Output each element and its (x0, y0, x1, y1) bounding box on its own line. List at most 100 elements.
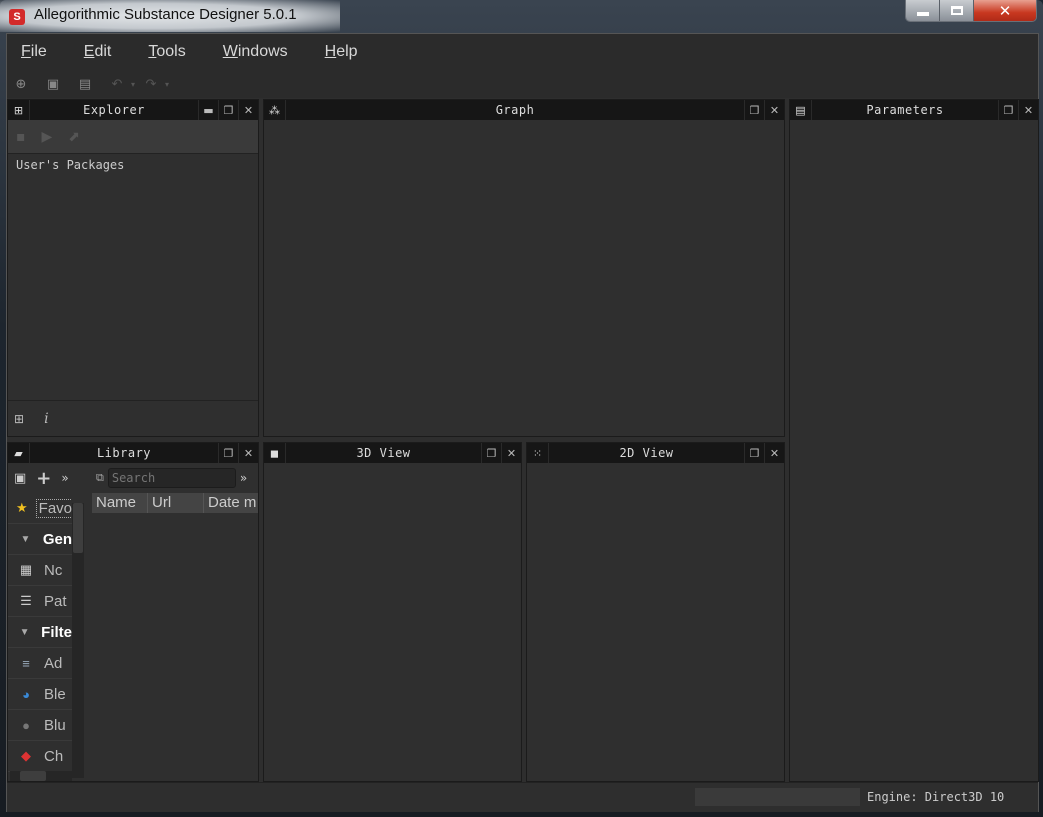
close-icon: ✕ (243, 446, 254, 460)
menu-label: elp (336, 43, 358, 60)
library-item-favorites[interactable]: ★ Favo (8, 493, 72, 524)
undo-dropdown[interactable]: ▾ (129, 76, 137, 92)
2d-view-float-button[interactable]: ❐ (744, 443, 764, 463)
3d-view-header: ◼ 3D View ❐ ✕ (264, 443, 521, 463)
menu-mnemonic: E (83, 43, 95, 60)
add-folder-icon[interactable]: ▣ (14, 471, 26, 486)
library-column-headers: Name Url Date m (92, 493, 258, 513)
library-category-generators[interactable]: ▼ Gen (8, 524, 72, 555)
library-tree: ▣ + » ★ Favo ▼ Gen ▦ Nc ☰ Pat ▼ Filte ≡ Ad ◕ Bl… (8, 463, 90, 781)
parameters-float-button[interactable]: ❐ (998, 100, 1018, 120)
float-icon: ❐ (749, 446, 760, 460)
new-package-button[interactable]: ⊕ (13, 76, 29, 92)
library-item-label: Blu (44, 716, 66, 734)
3d-view-panel: ◼ 3D View ❐ ✕ (263, 442, 522, 782)
graph-float-button[interactable]: ❐ (744, 100, 764, 120)
library-item-label: Ad (44, 654, 63, 672)
maximize-button[interactable] (940, 0, 974, 21)
open-package-button[interactable]: ▣ (45, 76, 61, 92)
publish-icon[interactable]: ⬈ (68, 129, 80, 145)
close-icon: ✕ (243, 103, 254, 117)
chevron-down-icon: ▾ (164, 79, 169, 89)
column-date[interactable]: Date m (204, 493, 258, 513)
library-category-filters[interactable]: ▼ Filte (8, 617, 72, 648)
menu-tools[interactable]: Tools (142, 43, 191, 61)
library-float-button[interactable]: ❐ (218, 443, 238, 463)
explorer-float-button[interactable]: ❐ (218, 100, 238, 120)
open-package-icon: ▣ (46, 76, 60, 92)
parameters-title: Parameters (866, 103, 944, 117)
info-icon[interactable]: i (44, 411, 48, 427)
column-name[interactable]: Name (92, 493, 148, 513)
add-icon[interactable]: + (36, 468, 51, 489)
scrollbar-thumb[interactable] (73, 503, 83, 553)
minimize-button[interactable] (906, 0, 940, 21)
library-panel: ▰ Library ❐ ✕ ▣ + » ★ Favo ▼ Gen ▦ Nc ☰ Pat … (7, 442, 259, 782)
explorer-bottom-bar: ⊞ i (8, 400, 258, 436)
more-icon[interactable]: » (240, 471, 247, 485)
toolbar: ⊕ ▣ ▤ ↶ ▾ ↷ ▾ (7, 70, 1038, 98)
library-item-blending[interactable]: ◕ Ble (8, 679, 72, 710)
library-item-label: Nc (44, 561, 63, 579)
triangle-down-icon: ▼ (19, 626, 30, 638)
blur-icon: ● (22, 717, 30, 733)
library-item-label: Favo (35, 498, 72, 518)
3d-view-close-button[interactable]: ✕ (501, 443, 521, 463)
library-tree-toolbar: ▣ + » (8, 463, 90, 493)
window-controls: ✕ (905, 0, 1037, 22)
close-button[interactable]: ✕ (974, 0, 1036, 21)
save-icon[interactable]: ▪ (16, 129, 26, 145)
menu-windows[interactable]: Windows (217, 43, 294, 61)
scrollbar-thumb[interactable] (20, 771, 46, 781)
pattern-icon: ☰ (20, 593, 32, 608)
3d-view-float-button[interactable]: ❐ (481, 443, 501, 463)
close-icon: ✕ (769, 103, 780, 117)
explorer-root-item[interactable]: User's Packages (16, 158, 124, 172)
menu-label: dit (94, 43, 112, 60)
2d-view-close-button[interactable]: ✕ (764, 443, 784, 463)
explorer-pin-button[interactable]: ▬ (198, 100, 218, 120)
graph-header: ⁂ Graph ❐ ✕ (264, 100, 784, 120)
play-icon[interactable]: ▶ (42, 129, 53, 145)
adjustments-icon: ≡ (22, 655, 30, 671)
library-tree-scrollbar[interactable] (72, 503, 84, 778)
graph-title: Graph (495, 103, 535, 117)
tree-view-icon[interactable]: ⊞ (14, 412, 24, 426)
library-item-label: Ch (44, 747, 64, 765)
maximize-icon (950, 6, 963, 15)
library-item-patterns[interactable]: ☰ Pat (8, 586, 72, 617)
triangle-down-icon: ▼ (20, 533, 31, 545)
library-item-channels[interactable]: ◆ Ch (8, 741, 72, 772)
column-url[interactable]: Url (148, 493, 204, 513)
redo-dropdown[interactable]: ▾ (163, 76, 171, 92)
library-tree-hscrollbar[interactable] (10, 771, 72, 781)
library-item-label: Pat (44, 592, 67, 610)
menu-help[interactable]: Help (319, 43, 364, 61)
2d-view-icon: ⁙ (527, 443, 549, 463)
undo-button[interactable]: ↶ (109, 76, 125, 92)
menu-file[interactable]: File (15, 43, 53, 61)
menu-edit[interactable]: Edit (78, 43, 118, 61)
external-link-icon[interactable]: ⧉ (96, 471, 104, 485)
library-item-noises[interactable]: ▦ Nc (8, 555, 72, 586)
more-icon[interactable]: » (61, 471, 68, 485)
menu-mnemonic: H (324, 43, 337, 60)
library-item-label: Filte (41, 623, 72, 641)
library-item-blurs[interactable]: ● Blu (8, 710, 72, 741)
save-all-button[interactable]: ▤ (77, 76, 93, 92)
explorer-header: ⊞ Explorer ▬ ❐ ✕ (8, 100, 258, 120)
window-title: Allegorithmic Substance Designer 5.0.1 (34, 6, 297, 23)
graph-close-button[interactable]: ✕ (764, 100, 784, 120)
menu-label: ile (30, 43, 47, 60)
library-item-adjustments[interactable]: ≡ Ad (8, 648, 72, 679)
library-close-button[interactable]: ✕ (238, 443, 258, 463)
library-search-input[interactable] (107, 468, 236, 488)
close-icon: ✕ (769, 446, 780, 460)
menu-label: indows (237, 43, 288, 60)
explorer-close-button[interactable]: ✕ (238, 100, 258, 120)
redo-button[interactable]: ↷ (143, 76, 159, 92)
status-progress-field (695, 788, 860, 806)
parameters-close-button[interactable]: ✕ (1018, 100, 1038, 120)
pin-icon: ▬ (203, 103, 214, 117)
graph-panel: ⁂ Graph ❐ ✕ (263, 99, 785, 437)
